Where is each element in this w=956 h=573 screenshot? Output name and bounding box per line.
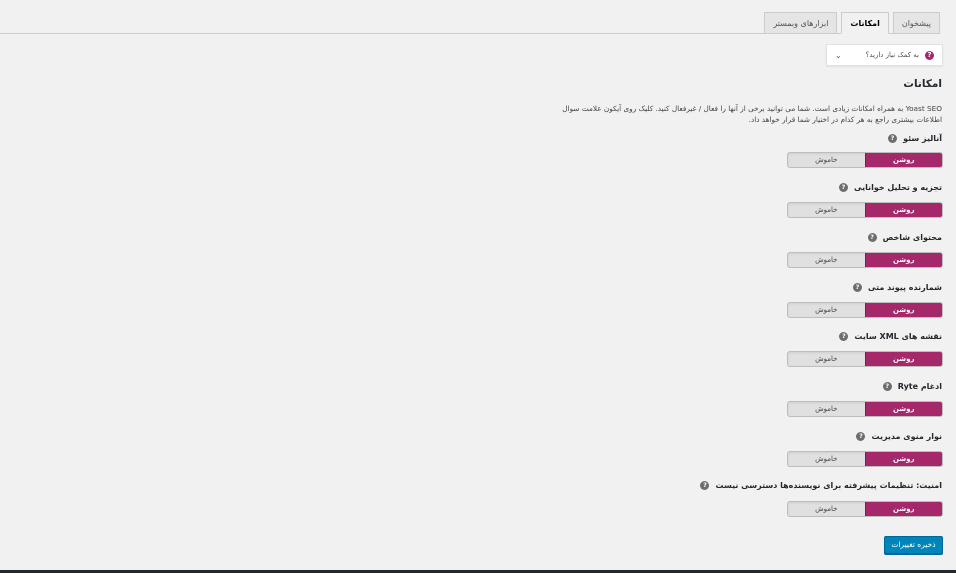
feature-label-xml-sitemaps: نقشه های XML سایت ?: [839, 332, 942, 341]
save-changes-button[interactable]: ذخیره تغییرات: [884, 536, 943, 554]
page-title: امکانات: [903, 78, 942, 90]
toggle-ryte[interactable]: خاموش روشن: [787, 401, 943, 417]
feature-label-admin-bar: نوار منوی مدیریت ?: [856, 432, 942, 441]
feature-label-security: امنیت: تنظیمات پیشرفته برای نویسنده‌ها د…: [700, 481, 942, 490]
question-circle-icon[interactable]: ?: [867, 233, 877, 242]
toggle-xml-sitemaps[interactable]: خاموش روشن: [787, 351, 943, 367]
feature-title: شمارنده پیوند متی: [868, 283, 942, 292]
toggle-on-option[interactable]: روشن: [864, 203, 942, 217]
feature-label-seo-analysis: آنالیز سئو ?: [888, 134, 942, 143]
question-circle-icon[interactable]: ?: [700, 481, 710, 490]
feature-label-readability: تجزیه و تحلیل خوانایی ?: [839, 183, 942, 192]
toggle-cornerstone[interactable]: خاموش روشن: [787, 252, 943, 268]
toggle-on-option[interactable]: روشن: [864, 402, 942, 416]
toggle-off-option[interactable]: خاموش: [788, 203, 865, 217]
tab-features[interactable]: امکانات: [841, 12, 889, 34]
feature-title: نقشه های XML سایت: [854, 332, 942, 341]
toggle-off-option[interactable]: خاموش: [788, 452, 865, 466]
feature-label-cornerstone: محتوای شاخص ?: [867, 233, 942, 242]
question-circle-icon[interactable]: ?: [882, 382, 892, 391]
chevron-down-icon: ⌄: [835, 50, 842, 60]
toggle-on-option[interactable]: روشن: [864, 153, 942, 167]
settings-tabs: پیشخوان امکانات ابزارهای وبمستر: [764, 12, 940, 34]
toggle-off-option[interactable]: خاموش: [788, 352, 865, 366]
page-description: Yoast SEO به همراه امکانات زیادی است. شم…: [562, 104, 942, 124]
toggle-on-option[interactable]: روشن: [864, 352, 942, 366]
toggle-seo-analysis[interactable]: خاموش روشن: [787, 152, 943, 168]
feature-label-text-link-counter: شمارنده پیوند متی ?: [853, 283, 942, 292]
toggle-off-option[interactable]: خاموش: [788, 402, 865, 416]
toggle-on-option[interactable]: روشن: [864, 303, 942, 317]
feature-title: امنیت: تنظیمات پیشرفته برای نویسنده‌ها د…: [715, 481, 942, 490]
feature-title: ادغام Ryte: [897, 382, 942, 391]
toggle-security[interactable]: خاموش روشن: [787, 501, 943, 517]
question-circle-icon[interactable]: ?: [856, 432, 866, 441]
question-circle-icon[interactable]: ?: [839, 332, 849, 341]
toggle-readability[interactable]: خاموش روشن: [787, 202, 943, 218]
question-circle-icon[interactable]: ?: [853, 283, 863, 292]
feature-title: محتوای شاخص: [882, 233, 942, 242]
toggle-off-option[interactable]: خاموش: [788, 153, 865, 167]
toggle-on-option[interactable]: روشن: [864, 452, 942, 466]
question-circle-icon: ?: [925, 50, 934, 60]
toggle-text-link-counter[interactable]: خاموش روشن: [787, 302, 943, 318]
tab-dashboard[interactable]: پیشخوان: [892, 12, 940, 34]
feature-title: آنالیز سئو: [903, 134, 942, 143]
question-circle-icon[interactable]: ?: [888, 134, 898, 143]
toggle-on-option[interactable]: روشن: [864, 502, 942, 516]
tab-webmaster-tools[interactable]: ابزارهای وبمستر: [764, 12, 838, 34]
help-toggle[interactable]: ? به کمک نیاز دارید؟ ⌄: [826, 44, 943, 66]
toggle-on-option[interactable]: روشن: [864, 253, 942, 267]
help-label: به کمک نیاز دارید؟: [865, 51, 919, 59]
feature-label-ryte: ادغام Ryte ?: [882, 382, 942, 391]
toggle-off-option[interactable]: خاموش: [788, 253, 865, 267]
toggle-admin-bar[interactable]: خاموش روشن: [787, 451, 943, 467]
question-circle-icon[interactable]: ?: [839, 183, 848, 192]
feature-title: نوار منوی مدیریت: [871, 432, 942, 441]
feature-title: تجزیه و تحلیل خوانایی: [854, 183, 942, 192]
toggle-off-option[interactable]: خاموش: [788, 303, 865, 317]
toggle-off-option[interactable]: خاموش: [788, 502, 865, 516]
